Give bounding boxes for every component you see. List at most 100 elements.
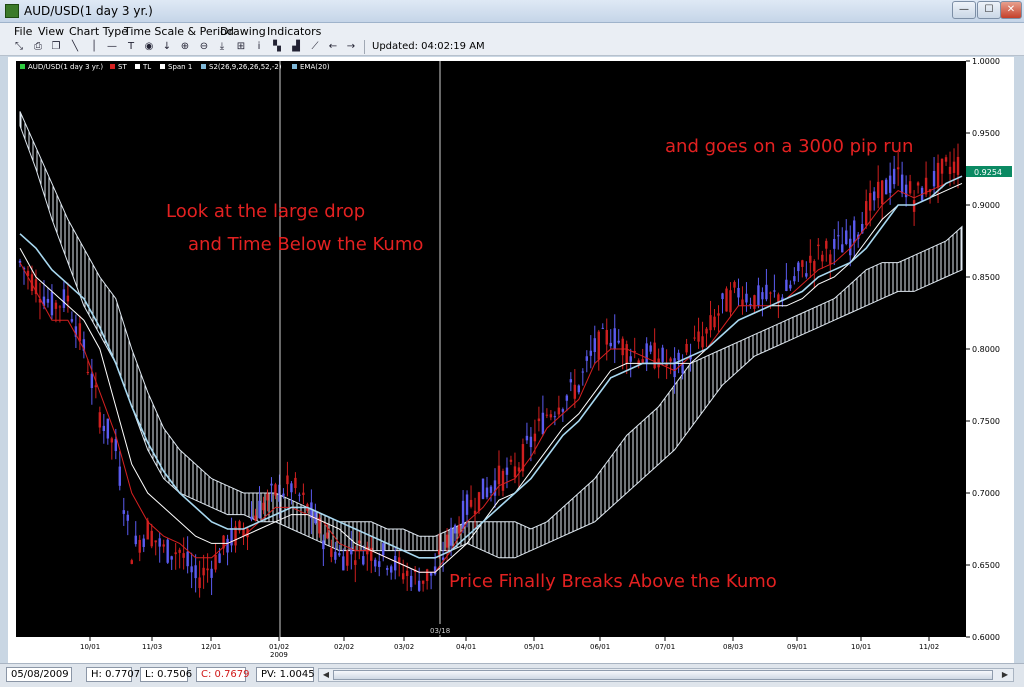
candle — [673, 358, 676, 378]
candle — [625, 344, 628, 364]
candle — [813, 261, 816, 272]
candle — [853, 220, 856, 243]
y-tick-label: 0.9000 — [972, 201, 1000, 210]
bar-chart-icon[interactable]: ▟ — [290, 40, 302, 53]
print-icon[interactable]: ⎙ — [32, 40, 44, 53]
candle — [601, 327, 604, 329]
legend-swatch-price — [20, 64, 25, 69]
menu-drawing[interactable]: Drawing — [220, 25, 266, 38]
circle-icon[interactable]: ◉ — [143, 40, 155, 53]
candle — [685, 343, 688, 353]
maximize-button[interactable]: ☐ — [977, 1, 1001, 19]
x-tick-label: 03/02 — [394, 643, 414, 651]
info-icon[interactable]: i — [253, 40, 265, 53]
scroll-right-icon[interactable]: ▶ — [999, 669, 1011, 681]
close-button[interactable]: ✕ — [1000, 1, 1022, 19]
candle — [90, 373, 94, 389]
candle — [354, 560, 357, 565]
legend-swatch-st — [110, 64, 115, 69]
zoom-in-icon[interactable]: ⊕ — [179, 40, 191, 53]
candle — [797, 262, 800, 272]
x-tick-label: 05/01 — [524, 643, 544, 651]
y-tick-label: 1.0000 — [972, 57, 1000, 66]
candle — [904, 184, 908, 198]
candle — [54, 302, 58, 309]
scroll-left-icon[interactable]: ◀ — [320, 669, 332, 681]
candle — [525, 435, 529, 441]
line-icon[interactable]: ╲ — [69, 40, 81, 53]
candle — [282, 493, 285, 496]
candle — [505, 467, 509, 475]
candle — [66, 295, 70, 302]
candle — [378, 561, 381, 567]
candle — [872, 191, 876, 201]
x-tick-label: 11/03 — [142, 643, 162, 651]
forward-icon[interactable]: → — [345, 40, 357, 53]
minimize-button[interactable]: — — [952, 1, 976, 19]
candle — [477, 492, 481, 511]
candle — [537, 418, 541, 422]
candle — [833, 238, 836, 249]
menu-indicators[interactable]: Indicators — [267, 25, 321, 38]
candle — [876, 181, 880, 199]
candle — [186, 551, 189, 567]
line-chart-icon[interactable]: ⟋ — [309, 40, 321, 53]
ichimoku-chart[interactable]: AUD/USD(1 day 3 yr.) ST TL Span 1 S2(26,… — [8, 57, 1014, 663]
candle — [529, 436, 533, 448]
text-icon[interactable]: T — [125, 40, 137, 53]
status-low: L: 0.7506 — [140, 667, 192, 682]
status-pv: PV: 1.0045 — [256, 667, 315, 682]
candle — [541, 412, 545, 435]
candle — [346, 550, 349, 566]
download-icon[interactable]: ⤓ — [216, 40, 228, 53]
y-tick-label: 0.7000 — [972, 489, 1000, 498]
y-tick-label: 0.8000 — [972, 345, 1000, 354]
horizontal-line-icon[interactable]: — — [106, 40, 118, 53]
candle — [801, 260, 804, 267]
vertical-line-icon[interactable]: │ — [88, 40, 100, 53]
menu-file[interactable]: File — [14, 25, 32, 38]
candle — [661, 347, 664, 362]
scroll-thumb[interactable] — [333, 670, 993, 680]
candle — [697, 331, 700, 342]
annotation-large-drop: Look at the large drop — [166, 201, 365, 222]
candle — [745, 293, 748, 303]
candle — [841, 244, 844, 253]
candle — [46, 298, 50, 303]
candle — [561, 409, 565, 412]
candle — [565, 395, 569, 401]
menu-view[interactable]: View — [38, 25, 64, 38]
candle — [158, 538, 161, 547]
x-tick-label: 10/01 — [851, 643, 871, 651]
candle — [845, 230, 848, 244]
candle — [421, 580, 425, 584]
candle — [489, 486, 493, 493]
menu-chart-type[interactable]: Chart Type — [69, 25, 128, 38]
candle — [50, 291, 54, 316]
candle — [146, 520, 149, 540]
candle — [270, 483, 273, 486]
bars-icon[interactable]: ▚ — [271, 40, 283, 53]
candle — [617, 340, 620, 343]
candle — [749, 304, 752, 306]
candle — [465, 494, 469, 515]
candle — [932, 171, 936, 187]
zoom-out-icon[interactable]: ⊖ — [198, 40, 210, 53]
back-icon[interactable]: ← — [327, 40, 339, 53]
candle — [358, 540, 361, 544]
candle — [386, 568, 389, 570]
candle — [134, 535, 137, 545]
cursor-icon[interactable]: ⤡ — [13, 40, 25, 53]
candle — [613, 328, 616, 350]
copy-icon[interactable]: ❐ — [50, 40, 62, 53]
candle — [286, 475, 289, 485]
fit-icon[interactable]: ⊞ — [235, 40, 247, 53]
candle — [226, 538, 229, 553]
menu-time-scale-period[interactable]: Time Scale & Period — [124, 25, 234, 38]
candle — [609, 342, 612, 347]
down-arrow-icon[interactable]: ↓ — [161, 40, 173, 53]
candle — [493, 480, 497, 496]
candle — [254, 515, 257, 521]
candle — [342, 556, 345, 571]
horizontal-scrollbar[interactable]: ◀ ▶ — [318, 668, 1014, 682]
